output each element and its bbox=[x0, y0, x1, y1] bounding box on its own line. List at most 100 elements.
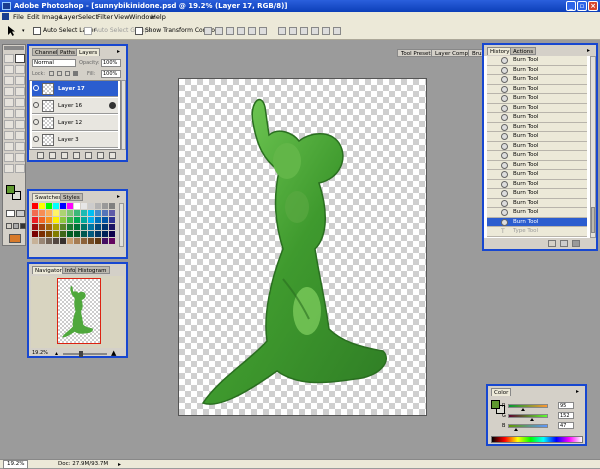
color-swatch[interactable] bbox=[109, 217, 115, 223]
quick-mask-mode-icon[interactable] bbox=[16, 210, 25, 217]
color-swatch[interactable] bbox=[32, 203, 38, 209]
color-swatch[interactable] bbox=[81, 231, 87, 237]
history-state-row[interactable]: Burn Tool bbox=[487, 132, 587, 142]
layer-row-17[interactable]: Layer 17 bbox=[32, 81, 118, 97]
color-swatch[interactable] bbox=[74, 217, 80, 223]
color-swatch[interactable] bbox=[95, 210, 101, 216]
tab-paths[interactable]: Paths bbox=[57, 48, 78, 56]
history-menu-button[interactable]: ▸ bbox=[587, 47, 590, 54]
visibility-eye-icon[interactable] bbox=[33, 102, 39, 108]
history-state-row[interactable]: Burn Tool bbox=[487, 170, 587, 180]
new-group-icon[interactable] bbox=[85, 152, 92, 159]
color-swatch[interactable] bbox=[53, 238, 59, 244]
color-swatch[interactable] bbox=[102, 203, 108, 209]
tab-histogram[interactable]: Histogram bbox=[75, 266, 110, 274]
layer-row-12[interactable]: Layer 12 bbox=[32, 115, 118, 131]
tab-layers[interactable]: Layers bbox=[76, 48, 101, 56]
color-swatch[interactable] bbox=[60, 210, 66, 216]
new-document-from-state-icon[interactable] bbox=[548, 240, 556, 247]
lock-position-icon[interactable] bbox=[65, 71, 70, 76]
color-swatch[interactable] bbox=[74, 210, 80, 216]
distribute-hcenter-icon[interactable] bbox=[322, 27, 330, 35]
layer-row-3[interactable]: Layer 3 bbox=[32, 132, 118, 148]
history-state-row[interactable]: Burn Tool bbox=[487, 208, 587, 218]
channel-value-input[interactable]: 95 bbox=[558, 402, 574, 409]
color-swatch[interactable] bbox=[67, 231, 73, 237]
color-spectrum-bar[interactable] bbox=[491, 436, 583, 443]
align-left-icon[interactable] bbox=[237, 27, 245, 35]
type-tool-icon[interactable] bbox=[15, 131, 25, 140]
imageready-jump-icon[interactable] bbox=[9, 234, 21, 243]
color-swatch[interactable] bbox=[95, 203, 101, 209]
align-hcenter-icon[interactable] bbox=[248, 27, 256, 35]
color-swatch[interactable] bbox=[32, 231, 38, 237]
tab-navigator[interactable]: Navigator bbox=[32, 266, 65, 274]
navigator-view-box[interactable] bbox=[57, 278, 101, 344]
color-swatch[interactable] bbox=[109, 238, 115, 244]
color-swatch[interactable] bbox=[88, 231, 94, 237]
history-state-row[interactable]: Burn Tool bbox=[487, 84, 587, 94]
color-swatch[interactable] bbox=[46, 203, 52, 209]
history-state-row[interactable]: Burn Tool bbox=[487, 56, 587, 66]
zoom-slider-thumb[interactable] bbox=[79, 351, 83, 357]
color-swatch[interactable] bbox=[109, 203, 115, 209]
color-swatch[interactable] bbox=[102, 224, 108, 230]
layers-scrollbar[interactable] bbox=[121, 80, 126, 150]
color-swatch[interactable] bbox=[60, 231, 66, 237]
menu-view[interactable]: View bbox=[114, 12, 129, 22]
channel-value-input[interactable]: 152 bbox=[558, 412, 574, 419]
foreground-color-swatch[interactable] bbox=[6, 185, 15, 194]
pen-tool-icon[interactable] bbox=[4, 142, 14, 151]
tab-history[interactable]: History bbox=[487, 47, 513, 55]
lock-all-icon[interactable] bbox=[73, 71, 78, 76]
color-swatch[interactable] bbox=[32, 210, 38, 216]
channel-value-input[interactable]: 47 bbox=[558, 422, 574, 429]
minimize-button[interactable]: _ bbox=[566, 1, 576, 11]
layer-row-16[interactable]: Layer 16 bbox=[32, 98, 118, 114]
screen-mode-full-icon[interactable] bbox=[20, 223, 26, 229]
opacity-input[interactable]: 100% bbox=[101, 59, 121, 67]
color-swatch[interactable] bbox=[109, 210, 115, 216]
color-swatch[interactable] bbox=[67, 217, 73, 223]
history-state-row[interactable]: Burn Tool bbox=[487, 160, 587, 170]
color-swatch[interactable] bbox=[95, 217, 101, 223]
shape-tool-icon[interactable] bbox=[15, 142, 25, 151]
color-swatch[interactable] bbox=[60, 224, 66, 230]
color-swatch[interactable] bbox=[81, 217, 87, 223]
distribute-top-icon[interactable] bbox=[278, 27, 286, 35]
marquee-tool-icon[interactable] bbox=[4, 54, 14, 63]
color-swatch[interactable] bbox=[46, 231, 52, 237]
color-swatch[interactable] bbox=[67, 224, 73, 230]
history-state-row[interactable]: Burn Tool bbox=[487, 141, 587, 151]
color-swatch[interactable] bbox=[95, 224, 101, 230]
history-state-row[interactable]: Burn Tool bbox=[487, 65, 587, 75]
slider-thumb-icon[interactable] bbox=[529, 418, 534, 421]
adjustment-layer-icon[interactable] bbox=[73, 152, 80, 159]
slider-thumb-icon[interactable] bbox=[521, 408, 526, 411]
distribute-left-icon[interactable] bbox=[311, 27, 319, 35]
color-swatch[interactable] bbox=[102, 238, 108, 244]
color-swatch[interactable] bbox=[53, 217, 59, 223]
color-swatch[interactable] bbox=[53, 203, 59, 209]
color-swatch[interactable] bbox=[39, 210, 45, 216]
distribute-right-icon[interactable] bbox=[333, 27, 341, 35]
slider-thumb-icon[interactable] bbox=[514, 428, 518, 431]
color-swatch[interactable] bbox=[39, 238, 45, 244]
color-swatch[interactable] bbox=[53, 210, 59, 216]
color-swatch[interactable] bbox=[95, 231, 101, 237]
blur-tool-icon[interactable] bbox=[4, 120, 14, 129]
color-swatch[interactable] bbox=[95, 238, 101, 244]
screen-mode-standard-icon[interactable] bbox=[6, 223, 12, 229]
color-swatch[interactable] bbox=[88, 217, 94, 223]
magic-wand-tool-icon[interactable] bbox=[15, 65, 25, 74]
color-swatch[interactable] bbox=[67, 210, 73, 216]
tab-styles[interactable]: Styles bbox=[60, 193, 83, 201]
standard-mode-icon[interactable] bbox=[6, 210, 15, 217]
blend-mode-select[interactable]: Normal bbox=[32, 59, 76, 67]
color-swatch[interactable] bbox=[109, 224, 115, 230]
color-swatch[interactable] bbox=[81, 238, 87, 244]
tab-actions[interactable]: Actions bbox=[510, 47, 537, 55]
burn-tool-icon[interactable] bbox=[15, 120, 25, 129]
color-swatch[interactable] bbox=[88, 238, 94, 244]
color-swatch[interactable] bbox=[60, 217, 66, 223]
